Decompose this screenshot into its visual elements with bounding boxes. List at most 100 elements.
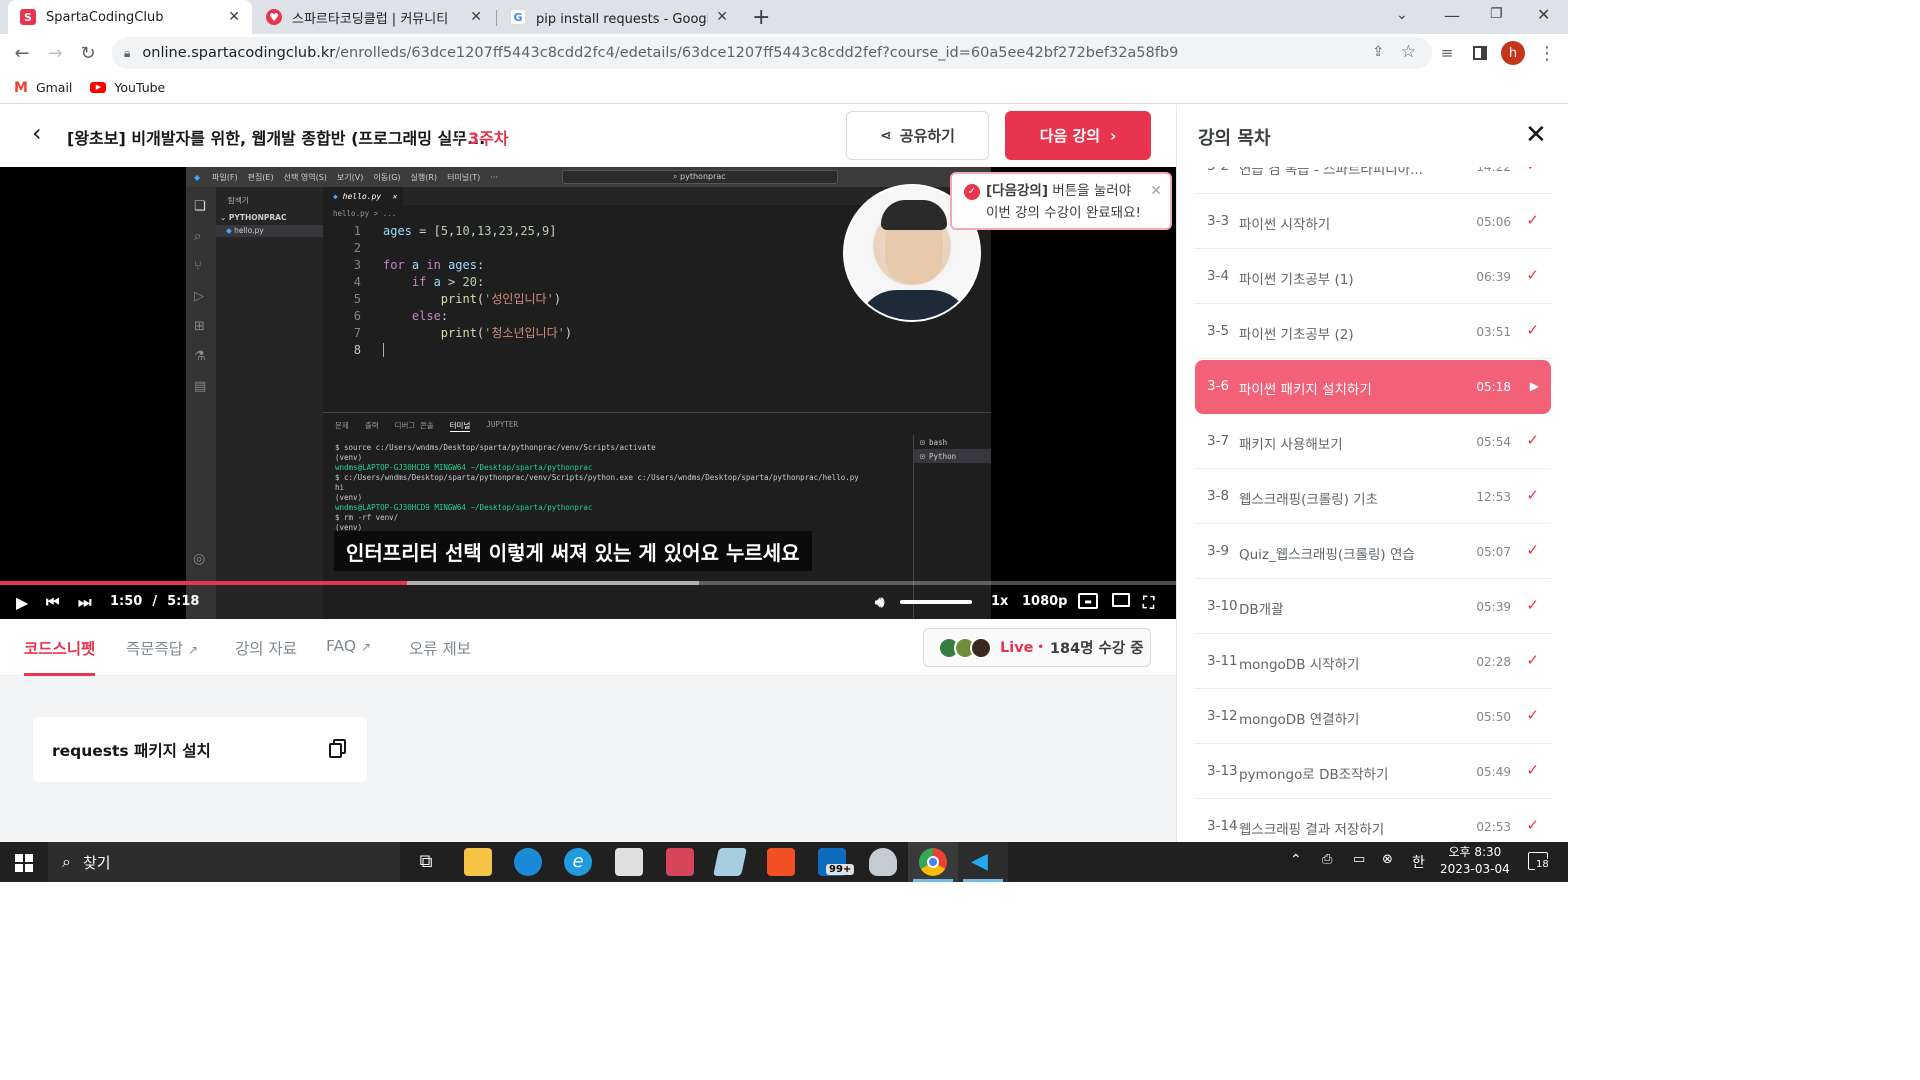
tab-code-snippet[interactable]: 코드스니펫 [24, 637, 95, 659]
more-menu-icon[interactable]: ⋮ [1534, 40, 1560, 66]
new-tab-button[interactable]: + [752, 5, 770, 30]
close-window-icon[interactable]: ✕ [1537, 5, 1550, 24]
lesson-duration: 03:51 [1476, 325, 1511, 339]
lesson-item-3-9[interactable]: 3-9 Quiz_웹스크래핑(크롤링) 연습 05:07 ✓ [1195, 525, 1551, 579]
lesson-number: 3-12 [1207, 708, 1238, 724]
media-controls-icon[interactable]: ≡ [1434, 40, 1460, 66]
playback-speed[interactable]: 1x [991, 594, 1008, 609]
bookmark-gmail[interactable]: M Gmail [14, 80, 72, 96]
lesson-duration: 05:07 [1476, 545, 1511, 559]
taskbar-clock[interactable]: 오후 8:30 2023-03-04 [1440, 844, 1510, 878]
completed-check-icon: ✓ [1526, 816, 1539, 834]
microsoft-store-icon[interactable] [767, 848, 795, 876]
address-bar[interactable]: 🔒︎ online.spartacodingclub.kr/enrolleds/… [112, 37, 1432, 69]
mail-icon[interactable]: 99+ [818, 848, 855, 876]
lesson-item-3-12[interactable]: 3-12 mongoDB 연결하기 05:50 ✓ [1195, 690, 1551, 744]
internet-explorer-icon[interactable]: e [564, 848, 592, 876]
live-viewers-badge: Live • 184명 수강 중 [923, 628, 1151, 667]
bookmark-star-icon[interactable]: ☆ [1401, 42, 1416, 62]
terminal-output: $ source c:/Users/wndms/Desktop/sparta/p… [335, 443, 859, 532]
close-tooltip-icon[interactable]: ✕ [1150, 180, 1162, 202]
copy-icon[interactable] [329, 739, 347, 759]
play-icon[interactable]: ▶ [16, 593, 28, 612]
forward-arrow-icon[interactable]: → [42, 40, 68, 66]
profile-avatar[interactable]: h [1501, 41, 1525, 65]
browser-tab-spartacodingclub[interactable]: S SpartaCodingClub ✕ [8, 0, 252, 34]
reload-icon[interactable]: ↻ [75, 40, 101, 66]
app-refresh-icon[interactable] [666, 848, 694, 876]
lesson-title: 파이썬 패키지 설치하기 [1239, 382, 1372, 398]
lesson-item-3-10[interactable]: 3-10 DB개괄 05:39 ✓ [1195, 580, 1551, 634]
minimize-window-icon[interactable]: — [1444, 6, 1460, 25]
lesson-item-3-7[interactable]: 3-7 패키지 사용해보기 05:54 ✓ [1195, 415, 1551, 469]
device-icon[interactable]: ⎙ [1322, 852, 1332, 867]
share-button[interactable]: ⋖ 공유하기 [846, 111, 989, 160]
volume-slider[interactable] [900, 600, 972, 604]
vscode-logo-icon: ◆ [194, 172, 201, 182]
file-explorer-icon[interactable] [464, 848, 492, 876]
close-tab-icon[interactable]: ✕ [716, 9, 728, 25]
lesson-duration: 05:18 [1476, 380, 1511, 394]
taskbar-search[interactable]: ⌕ 찾기 [48, 842, 400, 882]
tab-instant-qa[interactable]: 즉문즉답 ↗ [126, 637, 198, 659]
task-view-icon[interactable]: ⧉ [412, 848, 440, 876]
captions-icon[interactable]: ▬ [1078, 593, 1098, 609]
quality-selector[interactable]: 1080p [1022, 594, 1068, 609]
network-disconnected-icon[interactable]: ⊗ [1382, 852, 1393, 867]
side-panel-icon[interactable] [1467, 40, 1493, 66]
ime-indicator[interactable]: 한 [1412, 852, 1425, 872]
tab-lecture-materials[interactable]: 강의 자료 [235, 637, 297, 659]
notes-app-icon[interactable] [713, 848, 747, 876]
edge-icon[interactable] [514, 848, 542, 876]
volume-icon[interactable]: 🔊︎ [875, 593, 884, 611]
game-app-icon[interactable] [869, 848, 897, 876]
back-chevron-icon[interactable]: ‹ [32, 119, 42, 147]
chrome-taskbar-button[interactable] [908, 842, 958, 882]
close-tab-icon[interactable]: ✕ [228, 9, 240, 25]
lesson-item-3-5[interactable]: 3-5 파이썬 기초공부 (2) 03:51 ✓ [1195, 305, 1551, 359]
lesson-item-3-11[interactable]: 3-11 mongoDB 시작하기 02:28 ✓ [1195, 635, 1551, 689]
completed-check-icon: ✓ [1526, 761, 1539, 779]
lesson-duration: 05:49 [1476, 765, 1511, 779]
fullscreen-icon[interactable]: ⛶ [1143, 593, 1154, 613]
windows-start-icon[interactable] [15, 854, 33, 872]
back-arrow-icon[interactable]: ← [9, 40, 35, 66]
close-tab-icon[interactable]: ✕ [470, 9, 482, 25]
lesson-item-3-6[interactable]: 3-6 파이썬 패키지 설치하기 05:18 ▶ [1195, 360, 1551, 414]
restore-window-icon[interactable]: ❐ [1490, 6, 1503, 22]
tab-faq[interactable]: FAQ ↗ [326, 637, 371, 655]
next-icon[interactable]: ⏭︎ [78, 593, 92, 611]
lesson-number: 3-11 [1207, 653, 1238, 669]
next-lecture-button[interactable]: 다음 강의 › [1005, 111, 1151, 160]
previous-icon[interactable]: ⏮︎ [46, 593, 60, 611]
lesson-title: 웹스크래핑 결과 저장하기 [1239, 822, 1385, 838]
tab-error-report[interactable]: 오류 제보 [409, 637, 471, 659]
close-sidebar-icon[interactable]: ✕ [1525, 120, 1547, 150]
lesson-title: 웹스크래핑(크롤링) 기초 [1239, 492, 1379, 508]
lesson-item-3-3[interactable]: 3-3 파이썬 시작하기 05:06 ✓ [1195, 195, 1551, 249]
lesson-item-3-14[interactable]: 3-14 웹스크래핑 결과 저장하기 02:53 ✓ [1195, 800, 1551, 842]
browser-tab-google[interactable]: G pip install requests - Google 검 ✕ [498, 0, 740, 34]
browser-tab-community[interactable]: ♥ 스파르타코딩클럽 | 커뮤니티 ✕ [254, 0, 494, 34]
vscode-search: ⌕ pythonprac [562, 170, 838, 184]
completed-check-icon: ✓ [1526, 321, 1539, 339]
share-page-icon[interactable]: ⇪ [1372, 44, 1384, 60]
notification-count: 18 [1535, 859, 1550, 870]
show-hidden-icons-chevron-icon[interactable]: ⌃ [1290, 852, 1302, 868]
tab-search-chevron-icon[interactable]: ⌄ [1396, 7, 1408, 23]
video-player[interactable]: ◆ 파일(F) 편집(E) 선택 영역(S) 보기(V) 이동(G) 실행(R)… [0, 167, 1176, 619]
lesson-item-3-4[interactable]: 3-4 파이썬 기초공부 (1) 06:39 ✓ [1195, 250, 1551, 304]
live-label: Live [1000, 639, 1034, 656]
vscode-taskbar-button[interactable]: ◀ [958, 842, 1008, 882]
code-snippet-card[interactable]: requests 패키지 설치 [33, 717, 367, 782]
snipping-tool-icon[interactable] [615, 848, 643, 876]
lesson-item-3-13[interactable]: 3-13 pymongo로 DB조작하기 05:49 ✓ [1195, 745, 1551, 799]
notification-center-icon[interactable]: 18 [1528, 852, 1550, 870]
lecture-header: ‹ [왕초보] 비개발자를 위한, 웹개발 종합반 (프로그래밍 실무... 3… [0, 105, 1176, 167]
picture-in-picture-icon[interactable] [1112, 593, 1130, 607]
lesson-title: mongoDB 연결하기 [1239, 712, 1360, 728]
battery-icon[interactable]: ▭ [1353, 852, 1365, 867]
lesson-item-3-8[interactable]: 3-8 웹스크래핑(크롤링) 기초 12:53 ✓ [1195, 470, 1551, 524]
bookmark-youtube[interactable]: ▶ YouTube [90, 80, 165, 95]
extensions-icon: ⊞ [194, 319, 205, 334]
